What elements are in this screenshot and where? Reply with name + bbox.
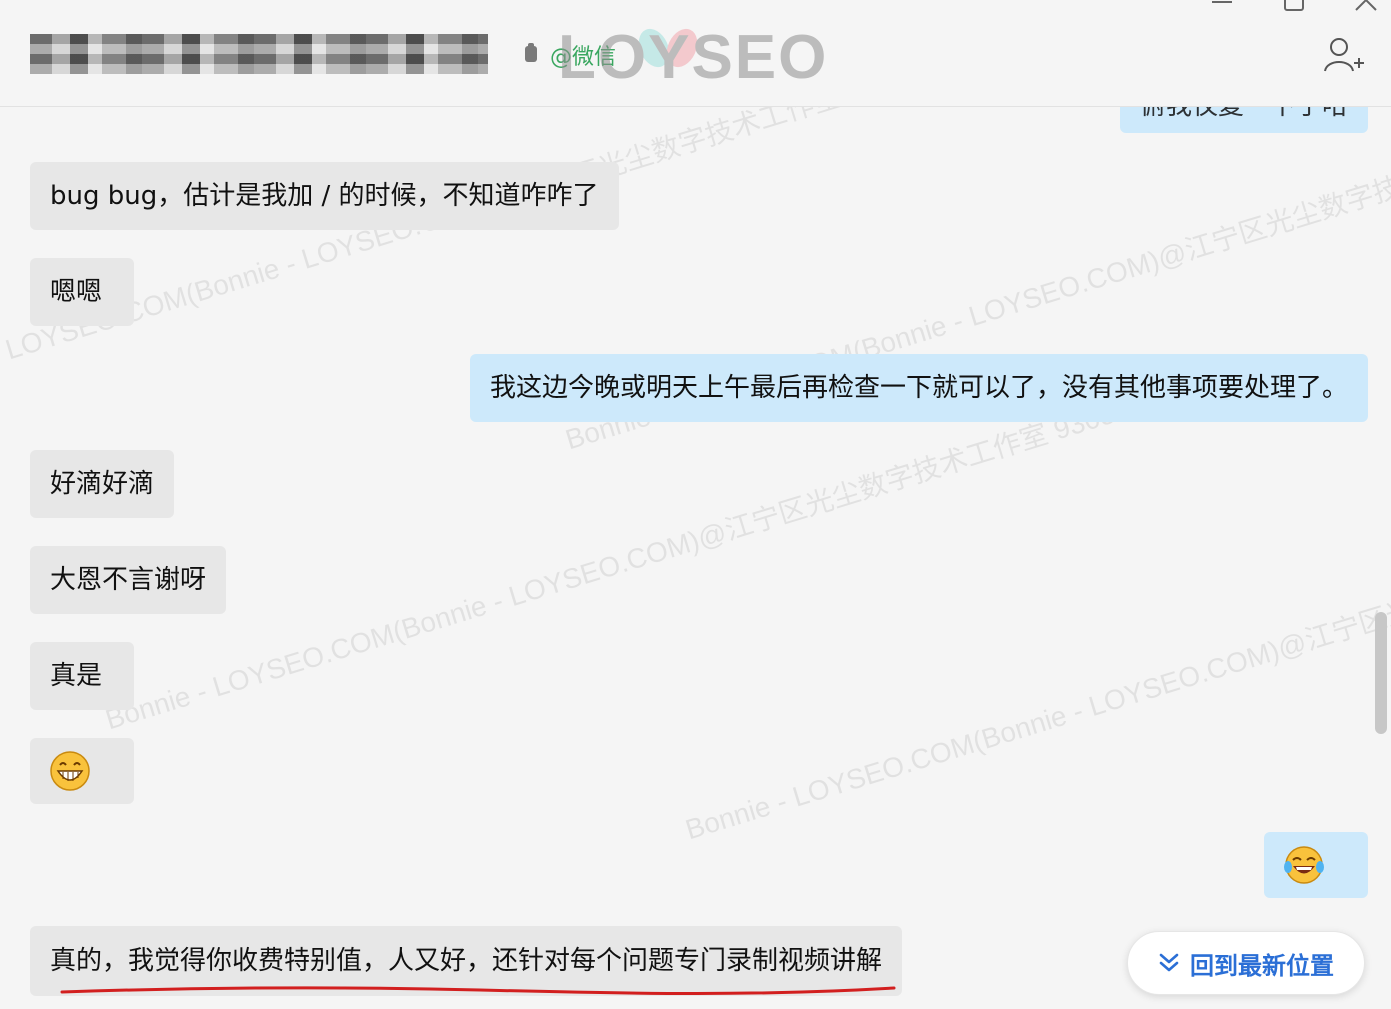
message-text: 真是 (50, 661, 103, 691)
grinning-face-emoji-icon (50, 751, 90, 791)
face-with-tears-of-joy-emoji-icon (1284, 846, 1324, 884)
maximize-icon[interactable] (1280, 0, 1308, 14)
chat-header: ████ ██ ████████ @微信 LOYSEO (0, 0, 1391, 107)
close-icon[interactable] (1352, 0, 1380, 14)
message-bubble-incoming[interactable]: 大恩不言谢呀 (30, 546, 226, 614)
message-bubble-outgoing[interactable]: 我这边今晚或明天上午最后再检查一下就可以了，没有其他事项要处理了。 (470, 354, 1368, 422)
message-text: 好滴好滴 (50, 469, 155, 499)
message-list[interactable]: 俯我仅复一下了哈 bug bug，估计是我加 / 的时候，不知道咋咋了 嗯嗯 我… (0, 107, 1391, 1009)
message-text: 我这边今晚或明天上午最后再检查一下就可以了，没有其他事项要处理了。 (490, 373, 1349, 403)
message-bubble-incoming[interactable] (30, 738, 134, 804)
message-bubble-incoming[interactable]: 嗯嗯 (30, 258, 134, 326)
message-bubble-outgoing[interactable] (1264, 832, 1368, 898)
contact-name[interactable]: ████ ██ ████████ (30, 34, 488, 74)
double-chevron-down-icon (1159, 953, 1179, 972)
loyseo-logo: LOYSEO (558, 26, 830, 90)
message-bubble-incoming[interactable]: 真的，我觉得你收费特别值，人又好，还针对每个问题专门录制视频讲解 (30, 926, 902, 996)
scrollbar-thumb[interactable] (1375, 612, 1387, 734)
message-bubble-incoming[interactable]: 真是 (30, 642, 134, 710)
jump-to-latest-label: 回到最新位置 (1190, 951, 1334, 980)
tag-icon (525, 43, 537, 62)
message-text: 真的，我觉得你收费特别值，人又好，还针对每个问题专门录制视频讲解 (50, 946, 883, 976)
message-bubble-incoming[interactable]: 好滴好滴 (30, 450, 174, 518)
message-text: 大恩不言谢呀 (50, 565, 207, 595)
minimize-icon[interactable] (1208, 0, 1236, 14)
message-text: 俯我仅复一下了哈 (1140, 107, 1348, 123)
message-bubble-outgoing[interactable]: 俯我仅复一下了哈 (1120, 107, 1368, 133)
logo-text: LOYSEO (558, 23, 829, 92)
message-text: bug bug，估计是我加 / 的时候，不知道咋咋了 (50, 181, 599, 211)
message-text: 嗯嗯 (50, 277, 103, 307)
jump-to-latest-button[interactable]: 回到最新位置 (1127, 931, 1365, 995)
add-contact-icon[interactable] (1323, 37, 1365, 73)
message-bubble-incoming[interactable]: bug bug，估计是我加 / 的时候，不知道咋咋了 (30, 162, 619, 230)
